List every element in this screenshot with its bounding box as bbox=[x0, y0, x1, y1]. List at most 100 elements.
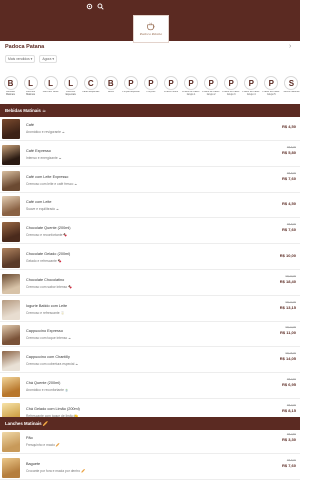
category-item[interactable]: L Lanches Tarde bbox=[43, 76, 58, 102]
menu-item-description: Fresquinho e macio 🥖 bbox=[26, 443, 60, 447]
menu-item-photo bbox=[2, 299, 20, 320]
menu-item-price: R$ 7,60 bbox=[281, 175, 296, 181]
menu-item[interactable]: Cappuccino Expresso Cremoso com toque int… bbox=[0, 323, 300, 348]
menu-item-old-price: R$ 8,00 bbox=[286, 223, 296, 227]
menu-item[interactable]: Chocolate Chocolatino Cremoso com sabor i… bbox=[0, 272, 300, 296]
menu-item-old-price: R$ 14,00 bbox=[285, 300, 296, 304]
top-icons bbox=[86, 3, 104, 10]
menu-item-old-price: R$ 7,60 bbox=[286, 378, 296, 381]
menu-item-photo bbox=[2, 273, 20, 294]
menu-item-price: R$ 7,60 bbox=[281, 462, 296, 468]
menu-item-photo bbox=[2, 377, 20, 397]
category-item[interactable]: B Bebidas Matinais bbox=[3, 76, 18, 102]
menu-item-name: Pão bbox=[26, 436, 33, 440]
menu-item-price: R$ 7,60 bbox=[281, 227, 296, 233]
menu-item-price: R$ 18,40 bbox=[279, 278, 296, 284]
category-label: Lanches Matinais bbox=[26, 91, 36, 96]
section-header-lanches: Lanches Matinais 🥖 bbox=[0, 417, 300, 430]
category-item[interactable]: P Pratos da Casa - Grupo 3 bbox=[222, 76, 241, 102]
chevron-right-icon[interactable]: › bbox=[289, 43, 291, 50]
category-initial: B bbox=[3, 76, 18, 90]
sort-filter[interactable]: Mais vendidos ▾ bbox=[5, 55, 36, 63]
category-initial: L bbox=[43, 76, 58, 90]
menu-item-old-price: R$ 20,00 bbox=[285, 274, 296, 278]
menu-item-price: R$ 8,15 bbox=[281, 407, 296, 413]
menu-item-description: Cremoso e reconfortante 🍫 bbox=[26, 233, 68, 238]
menu-item-price: R$ 10,00 bbox=[279, 253, 296, 258]
menu-item-old-price: R$ 15,00 bbox=[285, 352, 296, 356]
menu-item-name: Café com Leite Expresso bbox=[26, 174, 69, 179]
menu-item-price: R$ 4,50 bbox=[281, 124, 296, 129]
category-item[interactable]: L Lanches Especiais bbox=[63, 76, 78, 102]
category-item[interactable]: S Sucos Naturais bbox=[283, 76, 300, 102]
menu-item-old-price: R$ 8,00 bbox=[286, 458, 296, 462]
category-item[interactable]: P Pratos Feitos bbox=[164, 76, 179, 102]
filter-bar: Mais vendidos ▾ Agora ▾ bbox=[5, 55, 58, 63]
menu-item[interactable]: Pão Fresquinho e macio 🥖 R$ 3,50 R$ 3,30 bbox=[0, 430, 300, 454]
menu-item[interactable]: Café com Leite Expresso Cremoso com leite… bbox=[0, 169, 300, 193]
menu-item-photo bbox=[2, 351, 20, 372]
menu-item-description: Intenso e energizante ☕ bbox=[26, 155, 62, 160]
menu-item[interactable]: Baguete Crocante por fora e macia por den… bbox=[0, 456, 300, 480]
menu-item-description: Aromático e revigorante ☕ bbox=[26, 130, 65, 134]
menu-item-price: R$ 14,05 bbox=[279, 356, 296, 362]
menu-item[interactable]: Iogurte Batido com Leite Cremoso e refres… bbox=[0, 298, 300, 322]
store-logo: Padoca Patana bbox=[133, 15, 169, 43]
category-item[interactable]: P Pratos da Casa - Grupo 5 bbox=[262, 76, 281, 102]
category-initial: P bbox=[164, 76, 178, 90]
logo-text: Padoca Patana bbox=[139, 32, 163, 36]
category-label: Pratos da Casa - Grupo 1 bbox=[182, 91, 201, 96]
menu-item[interactable]: Chá Quente (200ml) Aromático e reconforta… bbox=[0, 375, 300, 399]
category-label: Porção Especial bbox=[122, 91, 140, 93]
menu-item-old-price: R$ 3,50 bbox=[286, 433, 296, 436]
category-item[interactable]: L Lanches Matinais bbox=[23, 76, 38, 102]
menu-item[interactable]: Chocolate Quente (200ml) Cremoso e reconf… bbox=[0, 220, 300, 245]
menu-item-name: Baguete bbox=[26, 461, 41, 466]
settings-icon[interactable] bbox=[86, 3, 93, 10]
menu-item-description: Cremoso com leite e café fresco ☕ bbox=[26, 181, 78, 186]
menu-item[interactable]: Café com Leite Suave e equilibrado ☕ R$ 4,… bbox=[0, 194, 300, 219]
section-header-bebidas: Bebidas Matinais ☕ bbox=[0, 104, 300, 117]
category-strip: B Bebidas Matinais L Lanches Matinais L Lanch… bbox=[3, 76, 299, 102]
category-initial: P bbox=[224, 76, 239, 90]
menu-item-name: Chocolate Chocolatino bbox=[26, 277, 65, 282]
menu-item-price: R$ 11,00 bbox=[279, 330, 296, 336]
menu-item-name: Chocolate Quente (200ml) bbox=[26, 226, 71, 231]
menu-item[interactable]: Café Aromático e revigorante ☕ R$ 4,50 bbox=[0, 117, 300, 141]
category-item[interactable]: P Pratos da Casa - Grupo 1 bbox=[182, 76, 201, 102]
category-initial: P bbox=[184, 76, 199, 90]
top-bar: Padoca Patana bbox=[0, 0, 300, 43]
category-label: Pratos da Casa - Grupo 4 bbox=[242, 91, 261, 96]
category-label: Pratos Feitos bbox=[163, 91, 179, 93]
menu-item[interactable]: Cappuccino com Chantilly Cremoso com cobe… bbox=[0, 349, 300, 374]
category-item[interactable]: P Pratos da Casa - Grupo 4 bbox=[242, 76, 261, 102]
category-label: Pratos da Casa - Grupo 3 bbox=[222, 91, 241, 96]
category-item[interactable]: P Pratos da Casa - Grupo 2 bbox=[202, 76, 220, 102]
menu-item[interactable]: Café Expresso Intenso e energizante ☕ R$ 6… bbox=[0, 143, 300, 167]
menu-item-name: Chocolate Gelado (200ml) bbox=[26, 252, 71, 256]
category-label: Bolos bbox=[107, 91, 114, 93]
menu-item-photo bbox=[2, 144, 20, 165]
category-initial: P bbox=[244, 76, 259, 90]
menu-item[interactable]: Chocolate Gelado (200ml) Gelado e refresc… bbox=[0, 246, 300, 270]
category-item[interactable]: B Bolos bbox=[103, 76, 118, 102]
category-initial: P bbox=[264, 76, 279, 90]
menu-item-photo bbox=[2, 432, 20, 452]
category-label: Bebidas Matinais bbox=[6, 91, 15, 96]
search-icon[interactable] bbox=[97, 3, 104, 10]
menu-item-photo bbox=[2, 170, 20, 191]
menu-item-price: R$ 6,95 bbox=[281, 382, 296, 387]
menu-item-price: R$ 3,30 bbox=[281, 437, 296, 442]
menu-item-name: Café bbox=[26, 123, 35, 127]
menu-item-old-price: R$ 8,00 bbox=[286, 171, 296, 175]
menu-item-name: Chá Gelado com Limão (200ml) bbox=[26, 406, 80, 411]
time-filter[interactable]: Agora ▾ bbox=[39, 55, 58, 63]
category-item[interactable]: P Porção Especial bbox=[122, 76, 140, 102]
menu-item-name: Café Expresso bbox=[26, 148, 51, 153]
category-label: Sucos Naturais bbox=[283, 91, 300, 93]
menu-item-price: R$ 13,15 bbox=[279, 304, 296, 310]
category-item[interactable]: C Cafés Especiais bbox=[82, 76, 99, 102]
category-item[interactable]: P Porções bbox=[143, 76, 158, 102]
category-label: Pratos da Casa - Grupo 5 bbox=[262, 91, 281, 96]
menu-item-name: Café com Leite bbox=[26, 200, 52, 205]
